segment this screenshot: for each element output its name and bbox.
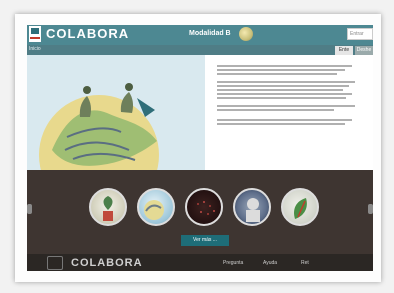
dots-pattern-icon (197, 201, 215, 215)
globe-small-icon (144, 200, 164, 220)
carousel-thumb-2[interactable] (137, 188, 175, 226)
carousel-thumb-1[interactable] (89, 188, 127, 226)
tablet-frame: COLABORA Modalidad B Entrar Inicio Ente … (15, 14, 381, 282)
leaf-icon (294, 198, 307, 219)
tab-secondary[interactable]: Deshe (355, 46, 373, 55)
hero-illustration (27, 55, 205, 170)
see-more-button[interactable]: Ver más ... (181, 235, 229, 246)
carousel-prev-icon[interactable] (27, 204, 32, 214)
carousel-thumb-5[interactable] (281, 188, 319, 226)
image-carousel: Ver más ... (27, 170, 373, 254)
carousel-thumb-3[interactable] (185, 188, 223, 226)
footer-link-2[interactable]: Ayuda (263, 260, 277, 266)
footer-logo-icon (47, 256, 63, 270)
person-icon (246, 198, 260, 222)
site-footer: COLABORA Pregunta Ayuda Ret (27, 254, 373, 271)
globe-illustration-icon (27, 55, 205, 170)
hero-section: Edita a todos los de ida (27, 55, 373, 195)
tab-primary[interactable]: Ente (335, 46, 353, 55)
footer-link-1[interactable]: Pregunta (223, 260, 243, 266)
nav-home-link[interactable]: Inicio (29, 46, 41, 52)
carousel-thumb-4[interactable] (233, 188, 271, 226)
brand-title[interactable]: COLABORA (46, 26, 129, 41)
login-input[interactable]: Entrar (347, 28, 373, 40)
footer-brand: COLABORA (71, 257, 143, 269)
nav-bar: Inicio Ente Deshe (27, 45, 373, 55)
globe-icon (239, 27, 253, 41)
footer-link-3[interactable]: Ret (301, 260, 309, 266)
hero-paragraph (217, 63, 367, 127)
browser-screen: COLABORA Modalidad B Entrar Inicio Ente … (27, 25, 373, 271)
site-header: COLABORA Modalidad B Entrar (27, 25, 373, 45)
plant-icon (103, 196, 113, 221)
logo-icon (29, 26, 41, 42)
modality-title: Modalidad B (189, 30, 231, 37)
carousel-next-icon[interactable] (368, 204, 373, 214)
